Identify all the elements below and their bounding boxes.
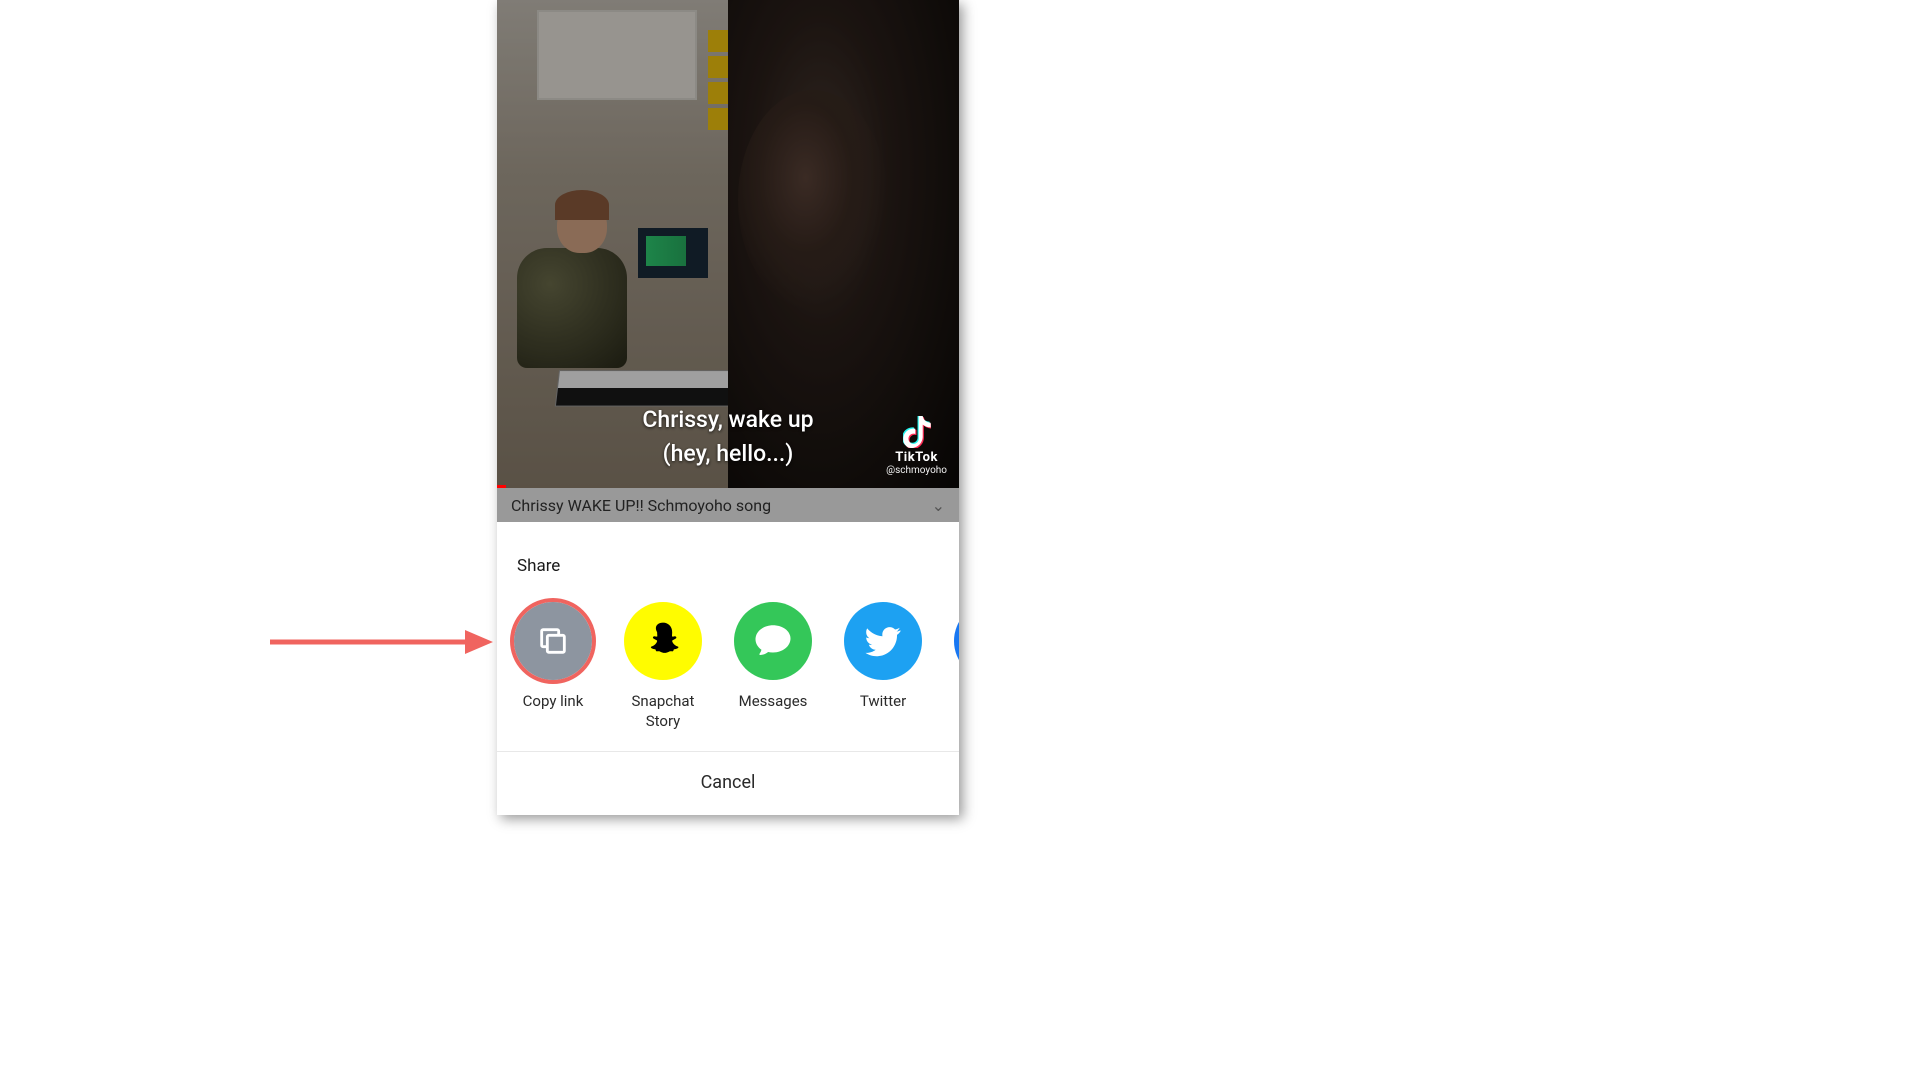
annotation-arrow-icon — [265, 622, 495, 662]
share-options-row: Copy link Snapchat Story Messages — [497, 580, 959, 751]
share-copy-link[interactable]: Copy link — [513, 602, 593, 731]
messages-icon — [734, 602, 812, 680]
tiktok-logo-icon — [903, 416, 931, 448]
share-twitter[interactable]: Twitter — [843, 602, 923, 731]
video-title: Chrissy WAKE UP!! Schmoyoho song — [511, 496, 771, 515]
chevron-down-icon: ⌄ — [932, 496, 945, 515]
share-messages[interactable]: Messages — [733, 602, 813, 731]
video-progress-bar[interactable] — [497, 485, 506, 488]
watermark-brand: TikTok — [886, 450, 947, 465]
snapchat-icon — [624, 602, 702, 680]
watermark-handle: @schmoyoho — [886, 465, 947, 476]
more-share-icon — [954, 602, 959, 680]
phone-screenshot: Chrissy, wake up (hey, hello...) TikTok … — [497, 0, 959, 815]
share-more-partial[interactable] — [953, 602, 959, 731]
twitter-icon — [844, 602, 922, 680]
share-label: Copy link — [523, 692, 584, 712]
annotation-highlight-ring — [510, 598, 596, 684]
cancel-button[interactable]: Cancel — [497, 751, 959, 815]
share-snapchat-story[interactable]: Snapchat Story — [623, 602, 703, 731]
tiktok-watermark: TikTok @schmoyoho — [886, 416, 947, 476]
copy-link-icon — [514, 602, 592, 680]
share-sheet: Share Copy link Snapchat S — [497, 538, 959, 815]
share-label: Snapchat Story — [632, 692, 695, 731]
video-title-bar[interactable]: Chrissy WAKE UP!! Schmoyoho song ⌄ — [497, 488, 959, 522]
video-player[interactable]: Chrissy, wake up (hey, hello...) TikTok … — [497, 0, 959, 488]
share-label: Messages — [739, 692, 808, 712]
share-label: Twitter — [860, 692, 906, 712]
share-header: Share — [497, 538, 959, 580]
